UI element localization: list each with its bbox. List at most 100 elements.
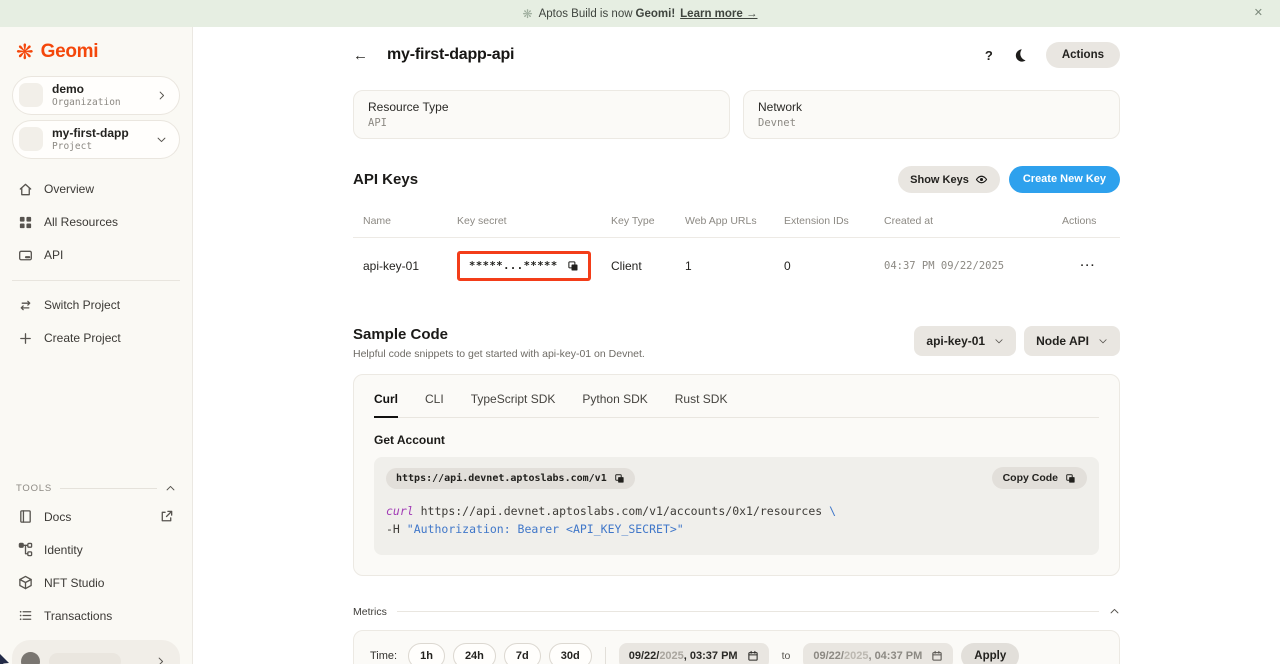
eye-icon [975, 173, 988, 186]
user-avatar [21, 652, 40, 664]
sidebar-item-label: All Resources [44, 215, 118, 229]
code-flag: -H [386, 522, 407, 536]
sidebar-item-identity[interactable]: Identity [0, 533, 192, 566]
tab-curl[interactable]: Curl [374, 392, 398, 418]
sidebar-item-label: Docs [44, 510, 71, 524]
column-created-at: Created at [884, 215, 1062, 227]
tab-typescript-sdk[interactable]: TypeScript SDK [471, 392, 556, 417]
book-icon [18, 509, 33, 524]
tab-rust-sdk[interactable]: Rust SDK [675, 392, 728, 417]
code-continuation: \ [829, 504, 836, 518]
time-label: Time: [370, 650, 397, 662]
api-key-created-at: 04:37 PM 09/22/2025 [884, 260, 1062, 272]
api-key-extension-ids: 0 [784, 259, 884, 273]
code-url: https://api.devnet.aptoslabs.com/v1/acco… [414, 504, 829, 518]
organization-selector[interactable]: demo Organization [12, 76, 180, 115]
key-select-dropdown[interactable]: api-key-01 [914, 326, 1016, 356]
api-key-table-row: api-key-01 *****...***** Client 1 0 04:3… [353, 238, 1120, 294]
sidebar-item-overview[interactable]: Overview [0, 173, 192, 206]
flower-icon: ❋ [523, 7, 533, 21]
apply-button[interactable]: Apply [961, 643, 1019, 664]
home-icon [18, 182, 33, 197]
project-type-label: Project [52, 141, 129, 153]
account-menu[interactable] [12, 640, 180, 664]
copy-icon[interactable] [567, 260, 579, 272]
code-block: https://api.devnet.aptoslabs.com/v1 Copy… [374, 457, 1099, 555]
sidebar-item-docs[interactable]: Docs [0, 500, 192, 533]
banner-text: Aptos Build is now [539, 8, 633, 20]
learn-more-link[interactable]: Learn more → [680, 8, 757, 20]
to-datetime-input[interactable]: 09/22/2025, 04:37 PM [803, 643, 953, 664]
code-command: curl [386, 504, 414, 518]
show-keys-button[interactable]: Show Keys [898, 166, 1000, 193]
copy-icon [1065, 473, 1076, 484]
resource-type-label: Resource Type [368, 100, 715, 114]
chevron-down-icon [156, 134, 167, 145]
identity-flow-icon [18, 542, 33, 557]
page-title: my-first-dapp-api [387, 46, 514, 64]
geomi-logo[interactable]: ❋ Geomi [0, 27, 192, 71]
list-icon [18, 608, 33, 623]
sidebar-item-label: Transactions [44, 609, 112, 623]
back-button[interactable]: ← [353, 47, 368, 64]
geomi-logo-text: Geomi [41, 41, 99, 63]
sidebar-item-create-project[interactable]: Create Project [0, 322, 192, 355]
to-year: 2025 [844, 650, 868, 662]
calendar-icon[interactable] [747, 650, 759, 662]
endpoint-url: https://api.devnet.aptoslabs.com/v1 [396, 473, 607, 484]
sidebar-item-transactions[interactable]: Transactions [0, 599, 192, 632]
cube-icon [18, 575, 33, 590]
time-range-7d[interactable]: 7d [504, 643, 541, 664]
copy-icon[interactable] [614, 473, 625, 484]
resource-type-value: API [368, 117, 715, 129]
sidebar-item-nft-studio[interactable]: NFT Studio [0, 566, 192, 599]
banner-brand-text: Geomi! [636, 8, 676, 20]
time-range-24h[interactable]: 24h [453, 643, 496, 664]
time-range-1h[interactable]: 1h [408, 643, 445, 664]
endpoint-url-pill[interactable]: https://api.devnet.aptoslabs.com/v1 [386, 468, 635, 489]
from-date: 09/22/ [629, 650, 660, 662]
time-range-30d[interactable]: 30d [549, 643, 592, 664]
column-name: Name [363, 215, 457, 227]
project-selector[interactable]: my-first-dapp Project [12, 120, 180, 159]
help-button[interactable]: ? [985, 48, 993, 63]
key-secret-highlighted[interactable]: *****...***** [457, 251, 591, 281]
column-key-secret: Key secret [457, 215, 611, 227]
to-time: , 04:37 PM [868, 650, 922, 662]
metrics-title: Metrics [353, 606, 387, 618]
project-avatar [19, 127, 43, 151]
column-actions: Actions [1062, 215, 1120, 227]
organization-type-label: Organization [52, 97, 121, 109]
switch-arrows-icon [18, 298, 33, 313]
create-new-key-button[interactable]: Create New Key [1009, 166, 1120, 193]
from-time: , 03:37 PM [684, 650, 738, 662]
dark-mode-toggle[interactable] [1012, 48, 1027, 63]
network-card: Network Devnet [743, 90, 1120, 139]
sidebar-item-switch-project[interactable]: Switch Project [0, 289, 192, 322]
sidebar-item-label: Overview [44, 182, 94, 196]
sidebar-item-api[interactable]: API [0, 239, 192, 272]
metrics-section-header[interactable]: Metrics [353, 606, 1120, 618]
metrics-card: Time: 1h 24h 7d 30d 09/22/2025, 03:37 PM… [353, 630, 1120, 664]
banner-close-icon[interactable]: ✕ [1254, 6, 1263, 19]
sidebar-item-label: Switch Project [44, 298, 120, 312]
tab-cli[interactable]: CLI [425, 392, 444, 417]
from-datetime-input[interactable]: 09/22/2025, 03:37 PM [619, 643, 769, 664]
calendar-icon[interactable] [931, 650, 943, 662]
api-keys-table-header: Name Key secret Key Type Web App URLs Ex… [353, 215, 1120, 238]
mouse-cursor [0, 648, 13, 664]
api-select-dropdown[interactable]: Node API [1024, 326, 1120, 356]
sidebar-item-all-resources[interactable]: All Resources [0, 206, 192, 239]
code-snippet: curl https://api.devnet.aptoslabs.com/v1… [386, 503, 1087, 539]
tools-divider-line [60, 488, 157, 489]
show-keys-label: Show Keys [910, 174, 969, 186]
tab-python-sdk[interactable]: Python SDK [582, 392, 647, 417]
tools-label: TOOLS [16, 483, 52, 494]
column-key-type: Key Type [611, 215, 685, 227]
row-actions-menu[interactable]: ··· [1062, 260, 1120, 272]
actions-button[interactable]: Actions [1046, 42, 1120, 68]
tools-section-header[interactable]: TOOLS [0, 477, 192, 500]
copy-code-button[interactable]: Copy Code [992, 467, 1087, 489]
account-name-placeholder [49, 653, 121, 664]
column-extension-ids: Extension IDs [784, 215, 884, 227]
